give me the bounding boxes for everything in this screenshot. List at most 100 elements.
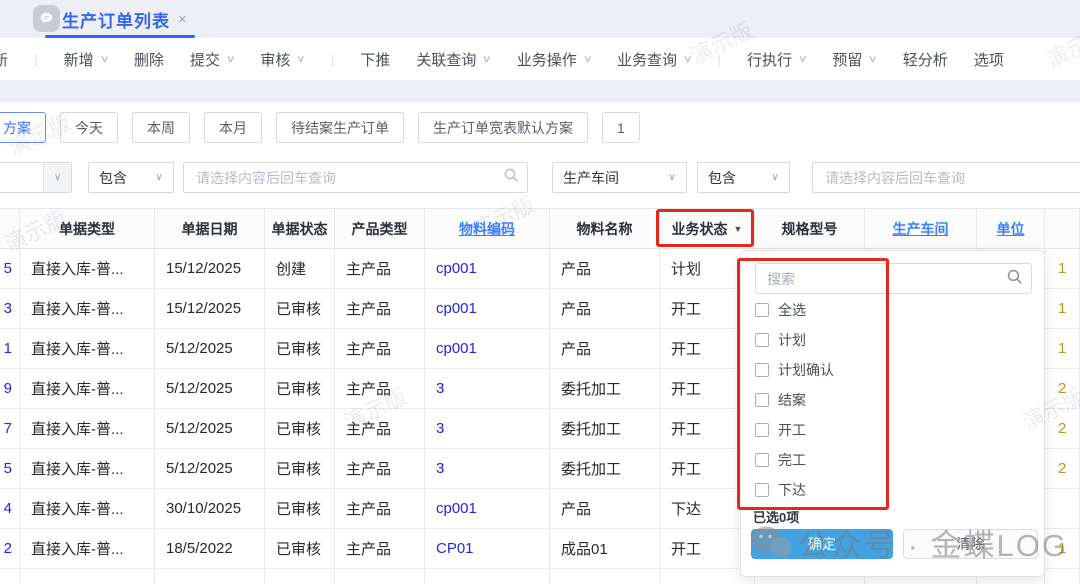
toolbar-button-刷新[interactable]: 刷新 xyxy=(0,49,8,70)
scheme-chip-待结案生产订单[interactable]: 待结案生产订单 xyxy=(276,112,404,143)
column-header-产品类型[interactable]: 产品类型 xyxy=(335,209,425,248)
filter-option-下达[interactable]: 下达 xyxy=(755,475,1030,505)
cell-qty xyxy=(1045,489,1080,528)
cell-物料编码[interactable]: cp001 xyxy=(425,489,550,528)
column-header-单据状态[interactable]: 单据状态 xyxy=(265,209,335,248)
column-header-单据类型[interactable]: 单据类型 xyxy=(20,209,155,248)
toolbar-button-审核[interactable]: 审核∨ xyxy=(260,49,304,70)
checkbox-unchecked-icon[interactable] xyxy=(755,423,769,437)
filter-search-input-2[interactable] xyxy=(812,162,1080,193)
toolbar-button-新增[interactable]: 新增∨ xyxy=(64,49,108,70)
search-icon[interactable] xyxy=(1006,268,1023,290)
cell-单据编号[interactable]: 2 xyxy=(0,529,20,568)
column-header-单据编号[interactable]: 单据编号 xyxy=(0,209,20,248)
checkbox-unchecked-icon[interactable] xyxy=(755,363,769,377)
cell-产品类型: 主产品 xyxy=(335,489,425,528)
filter-field-select-2[interactable]: 生产车间 ∨ xyxy=(552,162,687,193)
cell-单据编号[interactable]: 9 xyxy=(0,369,20,408)
tab-bar: 生产订单列表 × xyxy=(0,0,1080,38)
clear-button[interactable]: 清除 xyxy=(903,529,1038,559)
panel-search-input[interactable] xyxy=(765,270,1006,288)
filter-field-select-1[interactable]: 物料编码 ∨ xyxy=(0,162,72,193)
search-input[interactable] xyxy=(194,169,497,187)
toolbar-button-label: 轻分析 xyxy=(903,49,948,70)
toolbar-button-删除[interactable]: 删除 xyxy=(134,49,164,70)
column-header-业务状态[interactable]: 业务状态▼ xyxy=(660,209,755,248)
scheme-chip-本周[interactable]: 本周 xyxy=(132,112,190,143)
cell-物料编码[interactable]: 3 xyxy=(425,369,550,408)
cell-物料编码[interactable]: cp001 xyxy=(425,249,550,288)
filter-option-计划[interactable]: 计划 xyxy=(755,325,1030,355)
filter-operator-select-1[interactable]: 包含 ∨ xyxy=(88,162,174,193)
tab-close-icon[interactable]: × xyxy=(178,11,187,28)
scheme-chip-本月[interactable]: 本月 xyxy=(204,112,262,143)
column-filter-icon[interactable]: ▼ xyxy=(734,224,743,234)
cell-产品类型: 主产品 xyxy=(335,409,425,448)
cell-单据编号[interactable]: 5 xyxy=(0,249,20,288)
filter-option-计划确认[interactable]: 计划确认 xyxy=(755,355,1030,385)
toolbar-button-提交[interactable]: 提交∨ xyxy=(190,49,234,70)
filter-operator-select-2[interactable]: 包含 ∨ xyxy=(697,162,790,193)
cell-单据编号[interactable]: 5 xyxy=(0,449,20,488)
filter-option-开工[interactable]: 开工 xyxy=(755,415,1030,445)
filter-option-全选[interactable]: 全选 xyxy=(755,295,1030,325)
cell-qty: 2 xyxy=(1045,449,1080,488)
column-header-生产车间[interactable]: 生产车间 xyxy=(865,209,977,248)
scheme-chip-今天[interactable]: 今天 xyxy=(60,112,118,143)
cell-单据编号[interactable]: 3 xyxy=(0,289,20,328)
search-icon[interactable] xyxy=(503,167,519,188)
scheme-chip-方案[interactable]: 方案 xyxy=(0,112,46,143)
cell-物料名称: 委托加工 xyxy=(550,409,660,448)
confirm-button[interactable]: 确定 xyxy=(751,529,893,559)
scheme-chip-生产订单宽表默认方案[interactable]: 生产订单宽表默认方案 xyxy=(418,112,588,143)
tab-production-order-list[interactable]: 生产订单列表 × xyxy=(45,0,195,38)
toolbar-button-业务操作[interactable]: 业务操作∨ xyxy=(517,49,591,70)
checkbox-unchecked-icon[interactable] xyxy=(755,303,769,317)
filter-option-label: 全选 xyxy=(778,300,806,320)
chevron-down-icon: ∨ xyxy=(658,163,686,192)
checkbox-unchecked-icon[interactable] xyxy=(755,453,769,467)
checkbox-unchecked-icon[interactable] xyxy=(755,393,769,407)
toolbar-button-label: 业务查询 xyxy=(617,49,677,70)
toolbar-button-行执行[interactable]: 行执行∨ xyxy=(747,49,806,70)
column-header-规格型号[interactable]: 规格型号 xyxy=(755,209,865,248)
cell-物料编码[interactable]: 3 xyxy=(425,449,550,488)
toolbar-button-下推[interactable]: 下推 xyxy=(360,49,390,70)
column-header-物料名称[interactable]: 物料名称 xyxy=(550,209,660,248)
column-header-单据日期[interactable]: 单据日期 xyxy=(155,209,265,248)
scheme-chip-1[interactable]: 1 xyxy=(602,112,640,143)
cell-单据编号[interactable]: 1 xyxy=(0,329,20,368)
panel-search-box[interactable] xyxy=(755,263,1032,294)
cell-物料编码[interactable]: 3 xyxy=(425,409,550,448)
toolbar-button-预留[interactable]: 预留∨ xyxy=(832,49,876,70)
toolbar-button-业务查询[interactable]: 业务查询∨ xyxy=(617,49,691,70)
cell-单据编号[interactable]: 4 xyxy=(0,489,20,528)
chevron-down-icon: ∨ xyxy=(226,54,236,65)
column-header-label: 产品类型 xyxy=(352,219,408,239)
filter-search-input-1[interactable] xyxy=(183,162,528,193)
filter-field-1-value: 物料编码 xyxy=(0,168,43,188)
cell-单据日期: 30/10/2025 xyxy=(155,489,265,528)
column-header-物料编码[interactable]: 物料编码 xyxy=(425,209,550,248)
cell-物料编码[interactable]: CP01 xyxy=(425,529,550,568)
checkbox-unchecked-icon[interactable] xyxy=(755,333,769,347)
filter-option-结案[interactable]: 结案 xyxy=(755,385,1030,415)
toolbar-button-轻分析[interactable]: 轻分析 xyxy=(903,49,948,70)
cell-单据状态: 已审核 xyxy=(265,409,335,448)
cell-单据编号[interactable]: 7 xyxy=(0,409,20,448)
cell-物料编码[interactable]: cp001 xyxy=(425,329,550,368)
filter-option-label: 计划确认 xyxy=(778,360,834,380)
filter-option-完工[interactable]: 完工 xyxy=(755,445,1030,475)
cell-物料名称: 委托加工 xyxy=(550,449,660,488)
cell-单据日期: 5/12/2025 xyxy=(155,369,265,408)
toolbar-button-label: 下推 xyxy=(360,49,390,70)
toolbar-button-关联查询[interactable]: 关联查询∨ xyxy=(416,49,490,70)
checkbox-unchecked-icon[interactable] xyxy=(755,483,769,497)
toolbar-button-选项[interactable]: 选项 xyxy=(974,49,1004,70)
column-header-单位[interactable]: 单位 xyxy=(977,209,1045,248)
filter-option-label: 下达 xyxy=(778,480,806,500)
cell-物料编码[interactable]: cp001 xyxy=(425,289,550,328)
search-input[interactable] xyxy=(823,169,1078,187)
cell-物料名称: 产品 xyxy=(550,289,660,328)
column-header-extra[interactable] xyxy=(1045,209,1080,248)
